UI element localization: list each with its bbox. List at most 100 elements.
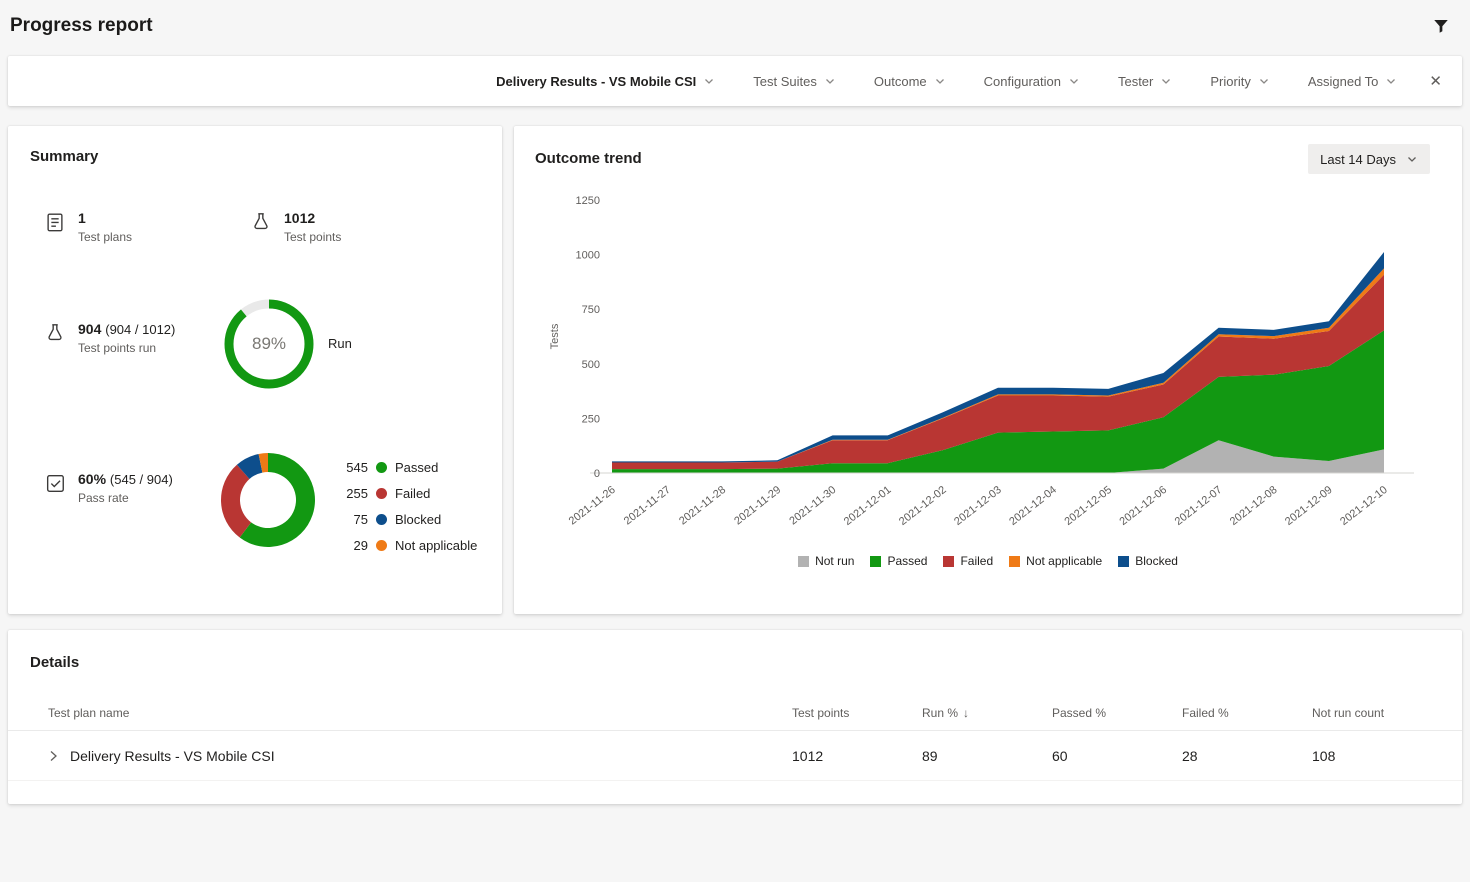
table-row[interactable]: Delivery Results - VS Mobile CSI 1012 89… [8, 731, 1462, 781]
column-test-plan-name[interactable]: Test plan name [48, 706, 792, 720]
page-title: Progress report [10, 15, 153, 37]
svg-text:2021-11-27: 2021-11-27 [622, 484, 673, 528]
details-card: Details Test plan name Test points Run %… [8, 630, 1462, 804]
legend-swatch-icon [1009, 556, 1020, 567]
pass-rate-value: 60% (545 / 904) [78, 471, 173, 487]
stat-test-points: 1012 Test points [250, 210, 341, 244]
filter-dropdown-test-plan[interactable]: Delivery Results - VS Mobile CSI [496, 74, 715, 89]
page-header: Progress report [0, 0, 1470, 52]
test-plans-value: 1 [78, 210, 132, 226]
column-failed-pct[interactable]: Failed % [1182, 706, 1312, 720]
filter-label: Configuration [984, 74, 1061, 89]
test-plan-name-cell[interactable]: Delivery Results - VS Mobile CSI [48, 748, 792, 764]
filter-label: Delivery Results - VS Mobile CSI [496, 74, 696, 89]
failed-pct-cell: 28 [1182, 748, 1312, 764]
passed-dot-icon [376, 462, 387, 473]
legend-item-not-applicable: 29 Not applicable [340, 532, 477, 558]
not-run-count-cell: 108 [1312, 748, 1422, 764]
legend-count: 255 [340, 486, 368, 501]
test-points-run-detail: (904 / 1012) [105, 322, 175, 337]
filter-label: Tester [1118, 74, 1153, 89]
pass-rate-detail: (545 / 904) [110, 472, 173, 487]
close-icon[interactable]: ✕ [1429, 72, 1442, 90]
filter-bar: Delivery Results - VS Mobile CSI Test Su… [8, 56, 1462, 106]
trend-legend-item: Blocked [1118, 554, 1178, 568]
pass-rate-label: Pass rate [78, 491, 173, 505]
legend-swatch-icon [943, 556, 954, 567]
legend-swatch-icon [1118, 556, 1129, 567]
failed-dot-icon [376, 488, 387, 499]
filter-label: Priority [1210, 74, 1250, 89]
test-points-value: 1012 [284, 210, 341, 226]
legend-swatch-icon [798, 556, 809, 567]
chevron-down-icon [1406, 153, 1418, 165]
column-run-pct[interactable]: Run % ↓ [922, 706, 1052, 720]
svg-text:2021-12-10: 2021-12-10 [1338, 484, 1390, 528]
range-label: Last 14 Days [1320, 152, 1396, 167]
legend-count: 75 [340, 512, 368, 527]
column-not-run-count[interactable]: Not run count [1312, 706, 1422, 720]
stat-test-points-run: 904 (904 / 1012) Test points run [44, 321, 175, 355]
svg-text:2021-12-05: 2021-12-05 [1062, 484, 1114, 528]
filter-label: Assigned To [1308, 74, 1379, 89]
svg-text:2021-12-06: 2021-12-06 [1118, 484, 1170, 528]
legend-label: Passed [395, 460, 438, 475]
stat-pass-rate: 60% (545 / 904) Pass rate [44, 471, 173, 505]
test-plan-name: Delivery Results - VS Mobile CSI [70, 748, 275, 764]
svg-text:1250: 1250 [576, 195, 600, 207]
svg-text:750: 750 [582, 304, 600, 316]
details-table-header: Test plan name Test points Run % ↓ Passe… [8, 695, 1462, 731]
run-pct-cell: 89 [922, 748, 1052, 764]
run-percent-text: 89% [221, 296, 317, 392]
svg-text:2021-11-29: 2021-11-29 [732, 484, 783, 528]
run-donut-label: Run [328, 336, 352, 351]
summary-card: Summary 1 Test plans 1012 Test points [8, 126, 502, 614]
filter-dropdown-tester[interactable]: Tester [1118, 74, 1172, 89]
trend-legend-item: Passed [870, 554, 927, 568]
svg-text:2021-12-08: 2021-12-08 [1228, 484, 1280, 528]
test-points-label: Test points [284, 230, 341, 244]
filter-dropdown-priority[interactable]: Priority [1210, 74, 1269, 89]
filter-funnel-icon[interactable] [1432, 17, 1450, 35]
passed-pct-cell: 60 [1052, 748, 1182, 764]
outcome-donut-chart [220, 452, 316, 548]
filter-dropdown-test-suites[interactable]: Test Suites [753, 74, 836, 89]
date-range-dropdown[interactable]: Last 14 Days [1308, 144, 1430, 174]
chevron-right-icon[interactable] [48, 750, 58, 762]
svg-text:2021-12-03: 2021-12-03 [952, 484, 1004, 528]
svg-text:2021-11-28: 2021-11-28 [677, 484, 728, 528]
legend-item-failed: 255 Failed [340, 480, 477, 506]
legend-count: 545 [340, 460, 368, 475]
filter-dropdown-assigned-to[interactable]: Assigned To [1308, 74, 1398, 89]
test-plans-label: Test plans [78, 230, 132, 244]
outcome-trend-card: Outcome trend Last 14 Days 0250500750100… [514, 126, 1462, 614]
filter-dropdown-outcome[interactable]: Outcome [874, 74, 946, 89]
summary-title: Summary [30, 148, 98, 165]
main-row: Summary 1 Test plans 1012 Test points [8, 126, 1462, 614]
chevron-down-icon [1160, 75, 1172, 87]
legend-label: Blocked [395, 512, 441, 527]
svg-text:0: 0 [594, 468, 600, 480]
column-passed-pct[interactable]: Passed % [1052, 706, 1182, 720]
filter-dropdown-configuration[interactable]: Configuration [984, 74, 1080, 89]
svg-text:2021-11-30: 2021-11-30 [787, 484, 838, 528]
svg-text:2021-12-04: 2021-12-04 [1007, 484, 1059, 528]
blocked-dot-icon [376, 514, 387, 525]
test-points-run-value: 904 (904 / 1012) [78, 321, 175, 337]
column-test-points[interactable]: Test points [792, 706, 922, 720]
test-points-run-label: Test points run [78, 341, 175, 355]
beaker-icon [250, 211, 272, 233]
outcome-legend: 545 Passed 255 Failed 75 Blocked 29 Not … [340, 454, 477, 558]
svg-text:2021-12-02: 2021-12-02 [897, 484, 949, 528]
details-title: Details [30, 654, 1462, 671]
chevron-down-icon [1258, 75, 1270, 87]
trend-legend: Not runPassedFailedNot applicableBlocked [514, 554, 1462, 568]
legend-item-blocked: 75 Blocked [340, 506, 477, 532]
stat-test-plans: 1 Test plans [44, 210, 132, 244]
not-applicable-dot-icon [376, 540, 387, 551]
svg-text:2021-11-26: 2021-11-26 [567, 484, 618, 528]
trend-legend-item: Failed [943, 554, 993, 568]
trend-title: Outcome trend [535, 150, 642, 167]
legend-item-passed: 545 Passed [340, 454, 477, 480]
filter-label: Outcome [874, 74, 927, 89]
